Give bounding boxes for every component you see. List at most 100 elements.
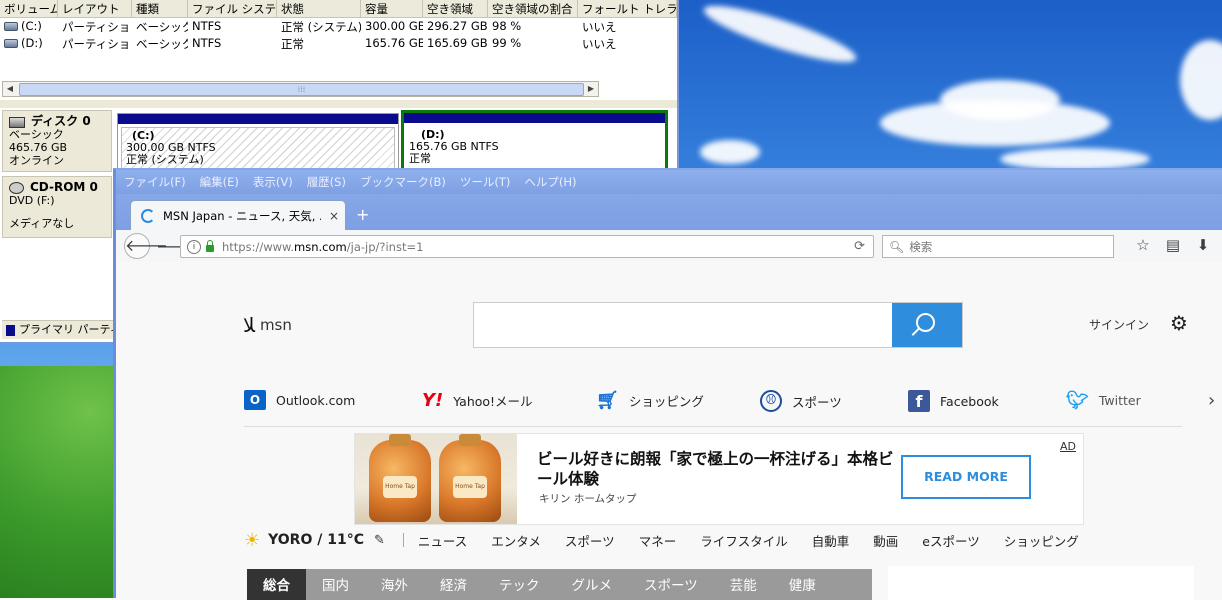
- twitter-icon: 🐦︎: [1066, 390, 1089, 411]
- table-cell: ベーシック: [136, 20, 188, 34]
- quicklink-label: Outlook.com: [276, 392, 356, 408]
- table-cell: 165.69 GB: [427, 36, 488, 50]
- weather[interactable]: ☀ YORO / 11°C ✎: [244, 530, 393, 551]
- search-bar[interactable]: 🔍︎ 検索: [882, 235, 1114, 258]
- quicklink-outlook[interactable]: O Outlook.com: [244, 390, 355, 410]
- tab-economy[interactable]: 経済: [424, 569, 483, 600]
- weather-text: YORO / 11°C: [268, 532, 364, 548]
- search-button[interactable]: [892, 303, 962, 347]
- download-icon[interactable]: ⬇: [1188, 236, 1218, 254]
- info-icon[interactable]: i: [187, 239, 201, 254]
- menu-history[interactable]: 履歴(S): [307, 174, 346, 190]
- partition-c[interactable]: (C:) 300.00 GB NTFS 正常 (システム): [117, 113, 399, 171]
- url-prefix: https://www.: [222, 239, 295, 254]
- scroll-left-icon[interactable]: ◀: [3, 82, 17, 96]
- table-cell: ベーシック: [136, 37, 188, 51]
- category-lifestyle[interactable]: ライフスタイル: [700, 531, 788, 550]
- menu-edit[interactable]: 編集(E): [200, 174, 239, 190]
- column-header[interactable]: ファイル システム: [188, 0, 277, 17]
- partition-body: (D:) 165.76 GB NTFS 正常: [404, 123, 665, 168]
- ad-banner[interactable]: Home Tap Home Tap ビール好きに朗報「家で極上の一杯注げる」本格…: [354, 433, 1084, 525]
- disk-0-label[interactable]: ディスク 0 ベーシック 465.76 GB オンライン: [2, 110, 112, 172]
- category-bar: ☀ YORO / 11°C ✎ ニュース エンタメ スポーツ マネー ライフスタ…: [244, 528, 1104, 552]
- category-video[interactable]: 動画: [873, 531, 898, 550]
- back-button[interactable]: 🡐: [124, 233, 168, 259]
- tab-strip: MSN Japan - ニュース, 天気, ... × +: [116, 194, 1222, 230]
- chevron-right-icon[interactable]: ›: [1208, 390, 1215, 411]
- tab-tech[interactable]: テック: [483, 569, 556, 600]
- table-cell: 300.00 GB: [365, 19, 423, 33]
- category-news[interactable]: ニュース: [418, 531, 467, 550]
- column-header[interactable]: フォールト トレランス: [578, 0, 677, 17]
- menu-file[interactable]: ファイル(F): [124, 174, 186, 190]
- tab-gourmet[interactable]: グルメ: [556, 569, 629, 600]
- reload-icon[interactable]: ⟳: [854, 239, 865, 254]
- lock-icon: [206, 240, 214, 252]
- quicklink-label: Twitter: [1098, 393, 1141, 408]
- tab-domestic[interactable]: 国内: [306, 569, 365, 600]
- close-tab-icon[interactable]: ×: [329, 209, 339, 223]
- category-sports[interactable]: スポーツ: [565, 531, 615, 550]
- menu-view[interactable]: 表示(V): [253, 174, 293, 190]
- url-bar[interactable]: i https://www. msn.com/ja-jp/?inst=1 ⟳: [180, 235, 874, 258]
- tab-general[interactable]: 総合: [247, 569, 306, 600]
- cdrom-label[interactable]: CD-ROM 0 DVD (F:) メディアなし: [2, 176, 112, 238]
- bottle-image: Home Tap: [369, 434, 431, 522]
- quicklink-shopping[interactable]: 🛒︎ ショッピング: [596, 390, 704, 411]
- table-row[interactable]: (C:) パーティション ベーシック NTFS 正常 (システム) 300.00…: [0, 18, 677, 35]
- bookmark-star-icon[interactable]: ☆: [1128, 236, 1158, 254]
- column-header[interactable]: 状態: [277, 0, 361, 17]
- menu-bookmarks[interactable]: ブックマーク(B): [360, 174, 446, 190]
- menu-help[interactable]: ヘルプ(H): [524, 174, 576, 190]
- quicklink-yahoo[interactable]: Y! Yahoo!メール: [422, 390, 533, 411]
- search-input[interactable]: [473, 302, 963, 348]
- edit-pencil-icon[interactable]: ✎: [374, 533, 385, 548]
- menu-tools[interactable]: ツール(T): [460, 174, 511, 190]
- quicklink-twitter[interactable]: 🐦︎ Twitter: [1066, 390, 1141, 411]
- msn-logo[interactable]: ﻼ msn: [243, 313, 292, 337]
- horizontal-scrollbar[interactable]: ◀ ⁞⁞⁞ ▶: [2, 81, 599, 97]
- ad-tag[interactable]: AD: [1060, 440, 1076, 453]
- table-row[interactable]: (D:) パーティション ベーシック NTFS 正常 165.76 GB 165…: [0, 35, 677, 52]
- partition-d[interactable]: (D:) 165.76 GB NTFS 正常: [401, 110, 668, 172]
- category-esports[interactable]: eスポーツ: [922, 531, 979, 550]
- read-more-button[interactable]: READ MORE: [901, 455, 1031, 499]
- disk-type: ベーシック: [9, 128, 64, 141]
- tab-entertainment[interactable]: 芸能: [714, 569, 773, 600]
- sun-icon: ☀: [244, 529, 261, 551]
- scroll-thumb[interactable]: ⁞⁞⁞: [19, 83, 584, 96]
- column-header[interactable]: 種類: [132, 0, 188, 17]
- table-cell: 98 %: [492, 19, 522, 33]
- cdrom-icon: [9, 182, 24, 194]
- column-header[interactable]: ボリューム: [0, 0, 58, 17]
- sign-in-link[interactable]: サインイン: [1089, 316, 1149, 333]
- cdrom-type: DVD (F:): [9, 194, 55, 207]
- scroll-right-icon[interactable]: ▶: [584, 82, 598, 96]
- quicklink-sports[interactable]: ⚾︎ スポーツ: [760, 390, 842, 412]
- table-cell: NTFS: [192, 19, 222, 33]
- ad-title[interactable]: ビール好きに朗報「家で極上の一杯注げる」本格ビール体験: [537, 449, 897, 489]
- tab-health[interactable]: 健康: [773, 569, 832, 600]
- column-header[interactable]: レイアウト: [58, 0, 132, 17]
- column-header[interactable]: 空き領域: [423, 0, 488, 17]
- volume-name: (C:): [21, 19, 42, 33]
- column-header[interactable]: 容量: [361, 0, 423, 17]
- search-icon-handle: [911, 328, 920, 336]
- partition-status: 正常: [409, 152, 431, 165]
- quicklink-facebook[interactable]: f Facebook: [908, 390, 999, 412]
- new-tab-button[interactable]: +: [356, 205, 369, 224]
- category-entertainment[interactable]: エンタメ: [491, 531, 541, 550]
- column-header[interactable]: 空き領域の割合: [488, 0, 578, 17]
- quicklink-label: ショッピング: [628, 394, 704, 409]
- reading-list-icon[interactable]: ▤: [1158, 236, 1188, 254]
- tab-msn[interactable]: MSN Japan - ニュース, 天気, ... ×: [130, 200, 346, 230]
- category-shopping[interactable]: ショッピング: [1004, 531, 1079, 550]
- category-money[interactable]: マネー: [639, 531, 677, 550]
- tab-world[interactable]: 海外: [365, 569, 424, 600]
- ad-sponsor: キリン ホームタップ: [539, 493, 637, 505]
- gear-icon[interactable]: ⚙: [1170, 311, 1188, 335]
- ad-image: Home Tap Home Tap: [355, 434, 517, 524]
- legend: プライマリ パーティション: [2, 320, 116, 339]
- category-autos[interactable]: 自動車: [812, 531, 850, 550]
- tab-sports[interactable]: スポーツ: [628, 569, 714, 600]
